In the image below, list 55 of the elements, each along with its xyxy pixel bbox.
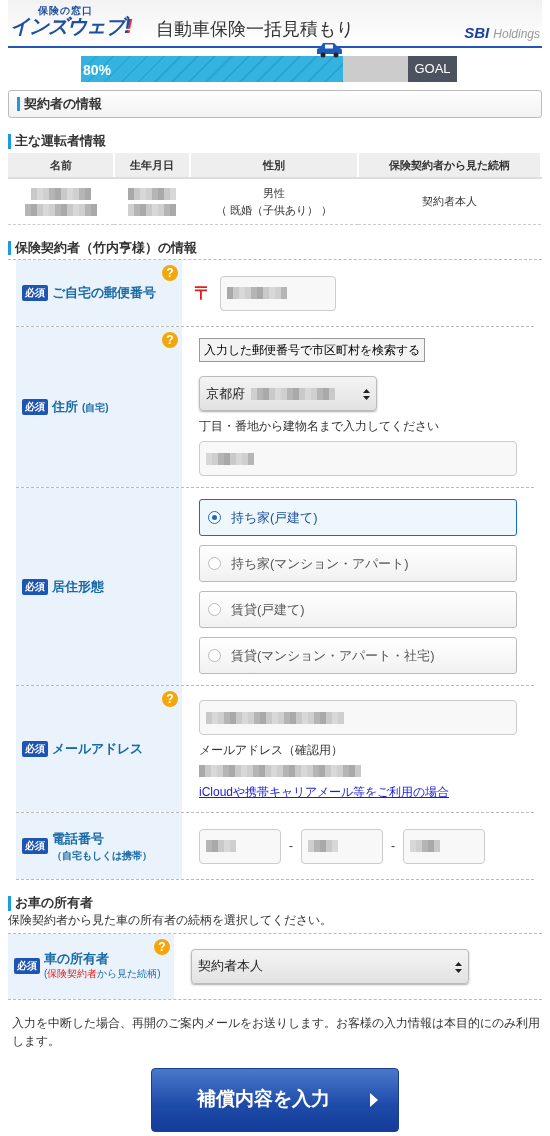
separator: - <box>391 838 395 856</box>
confirm-label: メールアドレス（確認用） <box>199 742 344 760</box>
required-badge: 必須 <box>22 838 48 855</box>
notice-text: 入力を中断した場合、再開のご案内メールをお送りします。お客様の入力情報は本目的にのみ利用します。 <box>12 1014 541 1050</box>
column-header: 保険契約者から見た続柄 <box>357 152 541 179</box>
column-header: 名前 <box>8 152 115 179</box>
radio-option[interactable]: 賃貸(マンション・アパート・社宅) <box>199 637 517 675</box>
brand-suffix: Holdings <box>493 26 540 43</box>
field-label: メールアドレス <box>52 741 143 757</box>
caret-icon <box>369 1092 378 1107</box>
section-title: 主な運転者情報 <box>8 134 542 149</box>
search-button[interactable]: 入力した郵便番号で市区町村を検索する <box>199 338 425 363</box>
required-badge: 必須 <box>22 399 48 416</box>
input-field[interactable] <box>403 828 485 864</box>
postal-mark: 〒 <box>194 281 212 305</box>
section-title: 保険契約者（竹内亨様）の情報 <box>8 241 542 256</box>
input-field[interactable] <box>220 275 336 311</box>
submit-button[interactable]: 補償内容を入力 <box>151 1067 399 1132</box>
progress-fill: 80% <box>81 56 343 82</box>
field-label: 電話番号 <box>52 830 104 846</box>
logo[interactable]: インズウェブ! <box>10 16 130 36</box>
goal-label: GOAL <box>408 56 457 82</box>
field-label: ご自宅の郵便番号 <box>52 285 156 301</box>
radio-option[interactable]: 持ち家(戸建て) <box>199 499 517 537</box>
page-title: 自動車保険一括見積もり <box>155 18 354 41</box>
required-badge: 必須 <box>14 958 40 975</box>
separator: - <box>289 838 293 856</box>
required-badge: 必須 <box>22 741 48 758</box>
required-badge: 必須 <box>22 578 48 595</box>
table-cell-text: 男性 （ 既婚（子供あり） ） <box>214 186 333 218</box>
hint-text: 丁目・番地から建物名まで入力してください <box>199 418 440 436</box>
required-badge: 必須 <box>22 285 48 302</box>
section-description: 保険契約者から見た車の所有者の続柄を選択してください。 <box>8 911 333 929</box>
input-field[interactable] <box>199 700 517 736</box>
help-link[interactable]: iCloudや携帯キャリアメール等をご利用の場合 <box>199 783 517 802</box>
field-note: （自宅もしくは携帯） <box>52 848 152 863</box>
field-label: 居住形態 <box>52 578 104 594</box>
field-note: (保険契約者から見た続柄) <box>44 967 161 982</box>
field-label: 住所 <box>52 399 78 415</box>
input-field[interactable] <box>199 828 281 864</box>
section-title: お車の所有者 <box>8 896 542 911</box>
radio-option[interactable]: 持ち家(マンション・アパート) <box>199 545 517 583</box>
select-field[interactable]: 京都府 <box>199 376 377 412</box>
column-header: 生年月日 <box>114 152 190 179</box>
brand-logo: SBI <box>464 23 490 43</box>
field-note: (自宅) <box>82 402 109 414</box>
input-field[interactable] <box>301 828 383 864</box>
radio-option[interactable]: 賃貸(戸建て) <box>199 591 517 629</box>
table-cell-text: 契約者本人 <box>420 194 478 210</box>
select-field[interactable]: 契約者本人 <box>191 948 469 984</box>
section-title: 契約者の情報 <box>17 97 533 112</box>
input-field[interactable] <box>199 441 517 477</box>
logo-caption: 保険の窓口 <box>38 6 94 16</box>
field-label: 車の所有者 <box>44 950 110 967</box>
column-header: 性別 <box>189 152 358 179</box>
